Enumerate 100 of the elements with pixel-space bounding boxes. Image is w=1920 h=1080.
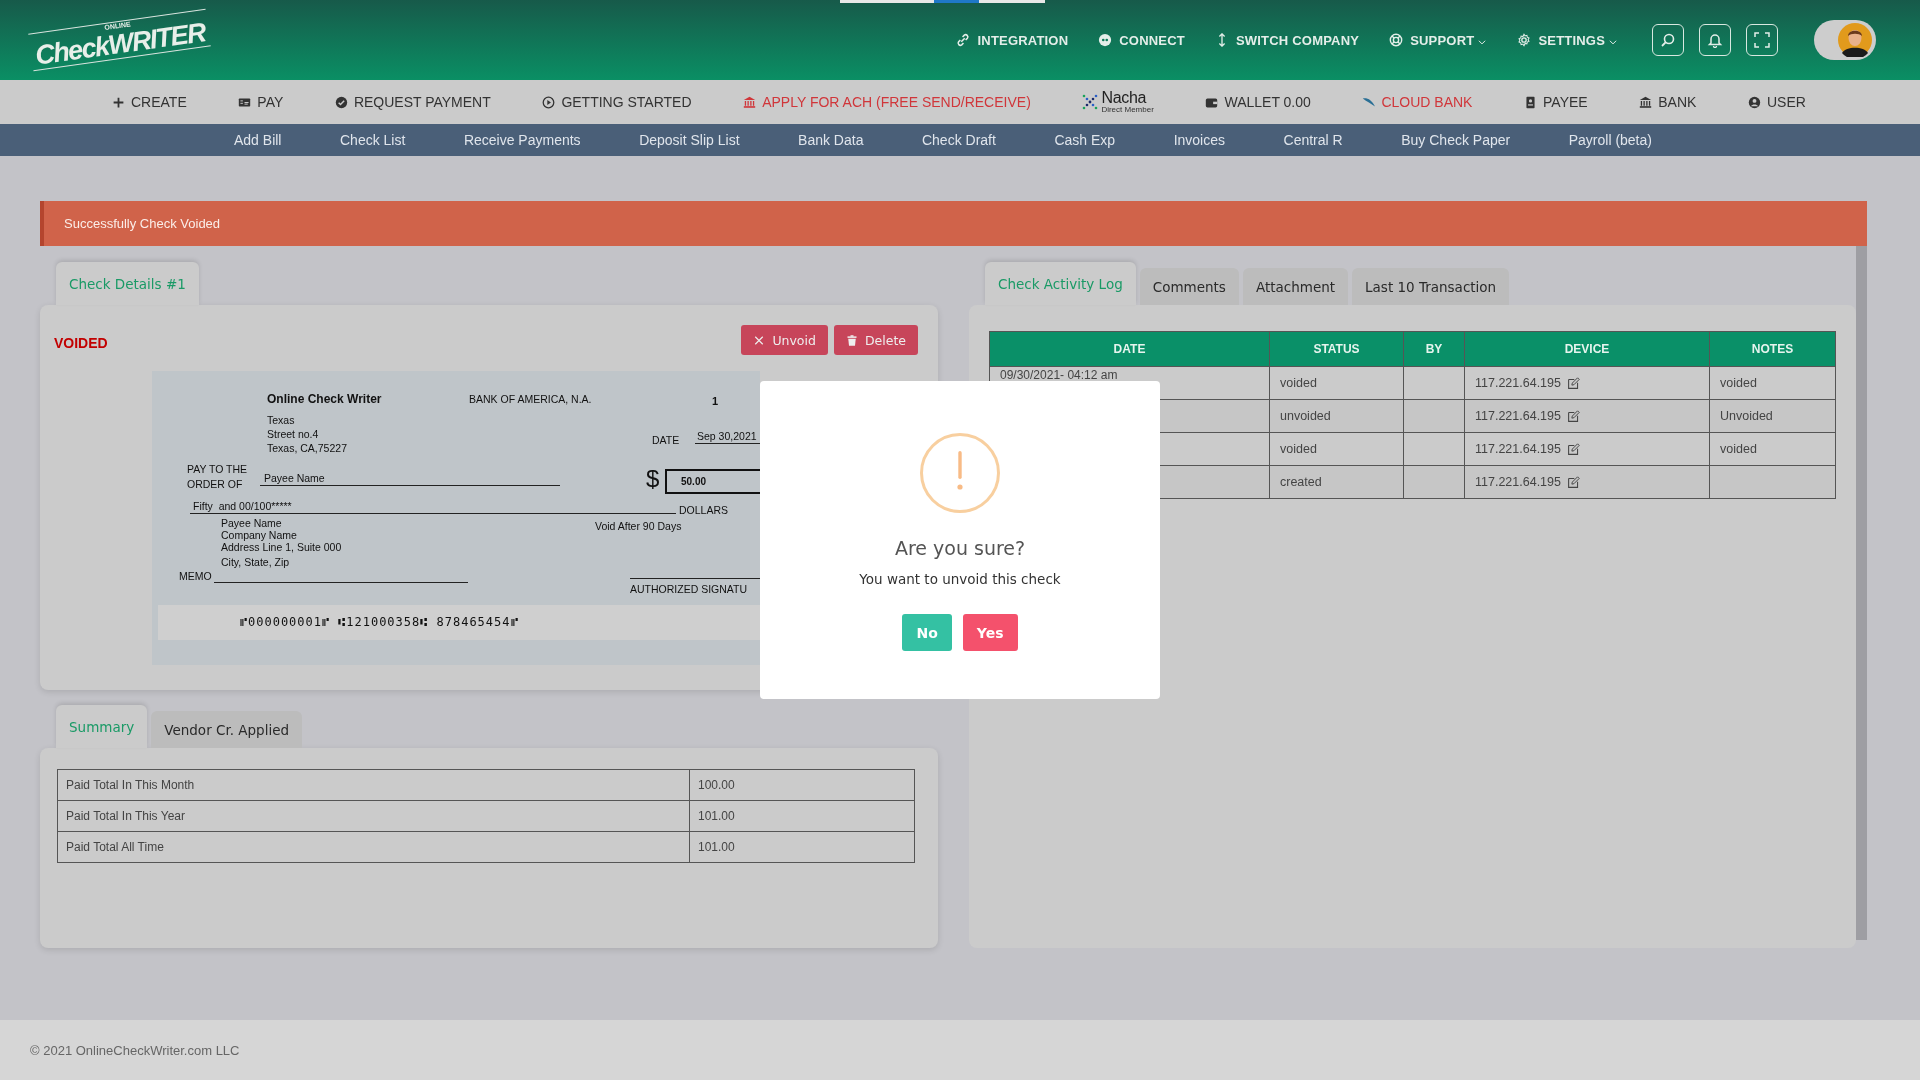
table-cell: 117.221.64.195 — [1475, 376, 1561, 390]
status-label: VOIDED — [54, 335, 108, 351]
company-address-line: Texas, CA,75227 — [267, 442, 347, 455]
nav-link[interactable]: CONNECT — [1098, 32, 1185, 48]
subnav-link[interactable]: Deposit Slip List — [639, 132, 740, 148]
confirm-button[interactable]: Yes — [962, 614, 1018, 651]
profile-button[interactable] — [1814, 20, 1876, 60]
table-cell: 117.221.64.195 — [1475, 475, 1561, 489]
tab[interactable]: Last 10 Transaction — [1352, 268, 1510, 305]
menu-link[interactable]: PAYEE — [1524, 94, 1588, 110]
subnav-link[interactable]: Check List — [340, 132, 406, 148]
subnav-link[interactable]: Check Draft — [921, 132, 996, 148]
nav-link[interactable]: SWITCH COMPANY — [1214, 32, 1360, 48]
table-cell: 101.00 — [689, 831, 915, 863]
table-cell: created — [1280, 475, 1322, 489]
amount-in-words: Fifty and 00/100***** — [190, 500, 676, 514]
menu-link[interactable]: GETTING STARTED — [542, 94, 692, 110]
table-cell: 101.00 — [689, 800, 915, 832]
edit-icon — [1566, 442, 1580, 456]
currency-symbol: $ — [646, 467, 660, 491]
payee-address-line: Address Line 1, Suite 000 — [221, 541, 342, 554]
subnav-link[interactable]: Add Bill — [234, 132, 282, 148]
unvoid-button[interactable]: Unvoid — [741, 325, 828, 355]
table-cell: voided — [1280, 442, 1317, 456]
alert-message: Successfully Check Voided — [64, 216, 221, 231]
nacha-logo-text: Nacha — [1101, 90, 1148, 106]
edit-icon — [1566, 376, 1580, 390]
dots-icon — [1082, 94, 1099, 110]
subnav-link[interactable]: Buy Check Paper — [1401, 132, 1511, 148]
menu-link[interactable]: WALLET 0.00 — [1205, 94, 1311, 110]
table-cell: voided — [1720, 376, 1757, 390]
search-button[interactable] — [1652, 24, 1684, 56]
dollars-label: DOLLARS — [679, 504, 729, 517]
table-cell: voided — [1720, 442, 1757, 456]
user-icon — [1748, 95, 1761, 109]
tab[interactable]: Attachment — [1242, 268, 1349, 305]
subnav-link[interactable]: Payroll (beta) — [1568, 132, 1652, 148]
play-icon — [542, 95, 556, 109]
menu-link[interactable]: REQUEST PAYMENT — [334, 94, 491, 110]
subnav-link[interactable]: Central R — [1283, 132, 1343, 148]
settings-icon — [1517, 33, 1532, 47]
table-cell: Unvoided — [1720, 409, 1773, 423]
table-cell: 09/30/2021- 04:12 am — [1000, 368, 1118, 382]
menu-link[interactable]: CREATE — [112, 94, 187, 110]
column-header: BY — [1403, 331, 1465, 367]
subnav-link[interactable]: Receive Payments — [463, 132, 581, 148]
tab[interactable]: Comments — [1139, 268, 1239, 305]
id-badge-icon — [1524, 95, 1538, 109]
close-icon — [753, 333, 766, 347]
search-icon — [1660, 32, 1676, 48]
tab[interactable]: Vendor Cr. Applied — [151, 711, 303, 748]
bell-icon — [1707, 32, 1723, 48]
subnav-link[interactable]: Invoices — [1173, 132, 1225, 148]
memo-label: MEMO — [179, 570, 212, 583]
table-cell: Paid Total In This Month — [57, 769, 690, 801]
menu-link[interactable]: USER — [1748, 94, 1806, 110]
payee-address-line: Payee Name — [221, 517, 282, 530]
swoosh-icon — [1362, 95, 1376, 109]
notifications-button[interactable] — [1699, 24, 1731, 56]
payee-name: Payee Name — [260, 472, 560, 486]
bank-icon — [743, 95, 757, 109]
nacha-sub-text: Direct Member — [1101, 106, 1154, 114]
nav-link[interactable]: SUPPORT — [1389, 32, 1488, 48]
table-cell: 117.221.64.195 — [1475, 409, 1561, 423]
delete-button[interactable]: Delete — [833, 325, 918, 355]
pay-to-label: ORDER OF — [187, 478, 243, 491]
table-cell: unvoided — [1280, 409, 1331, 423]
nav-link[interactable]: SETTINGS — [1517, 32, 1618, 48]
micr-line: ⑈000000001⑈ ⑆121000358⑆ 878465454⑈ — [240, 615, 519, 630]
table-cell: 100.00 — [689, 769, 915, 801]
bank-name: BANK OF AMERICA, N.A. — [469, 393, 592, 406]
bank-icon — [1639, 95, 1653, 109]
menu-link[interactable]: CLOUD BANK — [1362, 94, 1473, 110]
column-header: DATE — [989, 331, 1270, 367]
column-header: DEVICE — [1464, 331, 1710, 367]
expand-icon — [1754, 32, 1770, 48]
warning-icon — [920, 433, 1000, 513]
dialog-title: Are you sure? — [894, 537, 1026, 559]
dialog-message: You want to unvoid this check — [859, 571, 1061, 587]
column-header: STATUS — [1269, 331, 1404, 367]
trash-icon — [845, 333, 858, 347]
subnav-link[interactable]: Bank Data — [798, 132, 864, 148]
payee-address-line: City, State, Zip — [221, 556, 290, 569]
date-label: DATE — [652, 434, 680, 447]
payee-address-line: Company Name — [221, 529, 297, 542]
edit-icon — [1566, 475, 1580, 489]
menu-link[interactable]: BANK — [1639, 94, 1697, 110]
subnav-link[interactable]: Cash Exp — [1054, 132, 1116, 148]
fullscreen-button[interactable] — [1746, 24, 1778, 56]
nav-link[interactable]: INTEGRATION — [956, 32, 1069, 48]
plus-icon — [112, 95, 125, 109]
table-cell: Paid Total All Time — [57, 831, 690, 863]
edit-icon — [1566, 409, 1580, 423]
menu-link[interactable]: PAY — [238, 94, 284, 110]
scrollbar[interactable] — [1856, 246, 1867, 940]
company-address-line: Street no.4 — [267, 428, 319, 441]
lifebuoy-icon — [1389, 33, 1404, 47]
menu-link[interactable]: APPLY FOR ACH (FREE SEND/RECEIVE) — [743, 94, 1031, 110]
table-cell: 117.221.64.195 — [1475, 442, 1561, 456]
company-address-line: Texas — [267, 414, 295, 427]
